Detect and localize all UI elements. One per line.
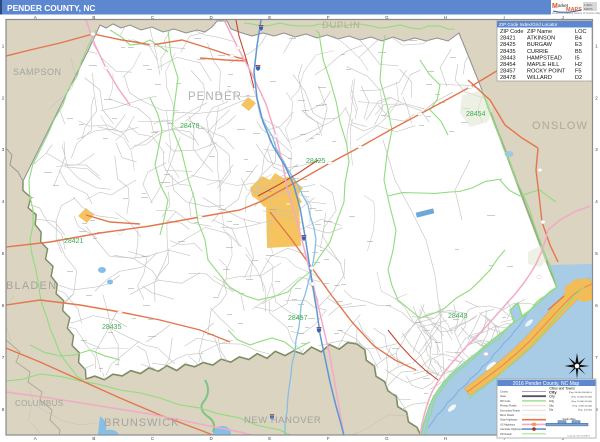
- svg-text:28435: 28435: [500, 49, 516, 55]
- svg-text:G: G: [385, 15, 389, 20]
- svg-text:SAMPSON: SAMPSON: [13, 67, 62, 77]
- svg-text:28457: 28457: [500, 69, 516, 75]
- svg-text:28443: 28443: [500, 55, 516, 61]
- svg-text:E: E: [268, 436, 271, 441]
- svg-text:ONSLOW: ONSLOW: [532, 120, 588, 132]
- svg-text:Minor Roads: Minor Roads: [500, 414, 515, 417]
- svg-text:H: H: [444, 15, 447, 20]
- svg-text:US Highways: US Highways: [500, 423, 516, 426]
- svg-text:F: F: [327, 436, 330, 441]
- svg-text:28457: 28457: [288, 315, 308, 322]
- svg-text:F5: F5: [575, 69, 582, 75]
- svg-text:H2: H2: [575, 62, 582, 68]
- svg-text:Secondary Roads: Secondary Roads: [500, 409, 521, 412]
- svg-text:City: City: [549, 399, 555, 403]
- svg-text:28443: 28443: [448, 313, 468, 320]
- svg-text:E3: E3: [575, 42, 582, 48]
- svg-text:Copyright MarketMAPS: Copyright MarketMAPS: [567, 435, 590, 438]
- svg-text:B4: B4: [575, 36, 582, 42]
- svg-text:PENDER COUNTY, NC: PENDER COUNTY, NC: [7, 3, 95, 13]
- svg-text:A: A: [34, 436, 37, 441]
- svg-text:ZIP Code: ZIP Code: [500, 400, 511, 403]
- svg-text:ZIP Code Index/Grid Locator: ZIP Code Index/Grid Locator: [499, 22, 558, 27]
- svg-text:28454: 28454: [466, 111, 486, 118]
- svg-text:B: B: [92, 15, 95, 20]
- svg-text:PENDER: PENDER: [188, 91, 242, 103]
- svg-text:28454: 28454: [500, 62, 516, 68]
- svg-text:F: F: [327, 15, 330, 20]
- svg-text:HAMPSTEAD: HAMPSTEAD: [527, 55, 562, 61]
- svg-text:28421: 28421: [500, 36, 516, 42]
- svg-text:ATKINSON: ATKINSON: [527, 36, 555, 42]
- svg-text:28478: 28478: [500, 75, 516, 81]
- svg-text:Primary Roads: Primary Roads: [500, 405, 517, 408]
- svg-text:B5: B5: [575, 49, 582, 55]
- svg-text:(Pop. 25,000-50,000): (Pop. 25,000-50,000): [571, 397, 592, 399]
- svg-text:COLUMBUS: COLUMBUS: [15, 399, 64, 408]
- svg-text:ZIP Name: ZIP Name: [527, 29, 552, 35]
- svg-text:WILLARD: WILLARD: [527, 75, 552, 81]
- svg-text:Interstate Highways: Interstate Highways: [500, 428, 523, 431]
- svg-text:28478: 28478: [180, 123, 200, 130]
- svg-text:BRUNSWICK: BRUNSWICK: [104, 417, 179, 429]
- svg-text:BLADEN: BLADEN: [6, 280, 57, 292]
- svg-text:DUPLIN: DUPLIN: [322, 20, 360, 31]
- svg-text:CURRIE: CURRIE: [527, 49, 549, 55]
- svg-text:A: A: [34, 15, 37, 20]
- svg-text:28421: 28421: [64, 238, 84, 245]
- svg-text:H: H: [444, 436, 447, 441]
- svg-text:City: City: [549, 389, 557, 394]
- svg-text:ZIP Code: ZIP Code: [500, 29, 524, 35]
- svg-text:(Pop. 10,000-25,000): (Pop. 10,000-25,000): [571, 401, 592, 403]
- svg-text:I: I: [503, 15, 504, 20]
- svg-text:County: County: [500, 391, 509, 394]
- svg-text:LOC: LOC: [575, 29, 587, 35]
- svg-text:City: City: [549, 403, 554, 407]
- svg-text:Toll Roads: Toll Roads: [500, 433, 512, 436]
- svg-text:MAPLE HILL: MAPLE HILL: [527, 62, 559, 68]
- svg-text:D2: D2: [575, 75, 582, 81]
- svg-text:Scale Miles: Scale Miles: [562, 417, 576, 421]
- svg-text:(Pop. 50,000-500,000+): (Pop. 50,000-500,000+): [569, 392, 592, 394]
- svg-text:J: J: [562, 15, 564, 20]
- svg-text:28425: 28425: [306, 158, 326, 165]
- svg-text:E: E: [268, 15, 271, 20]
- svg-text:B: B: [92, 436, 95, 441]
- svg-text:ROCKY POINT: ROCKY POINT: [527, 69, 566, 75]
- svg-text:America's Leading Source of Cu: America's Leading Source of Custom Maps: [552, 11, 600, 15]
- svg-text:State: State: [500, 395, 506, 398]
- svg-text:28425: 28425: [500, 42, 516, 48]
- svg-text:NEW HANOVER: NEW HANOVER: [244, 415, 321, 426]
- svg-text:28435: 28435: [102, 324, 122, 331]
- svg-text:(Pop. 5,000-10,000): (Pop. 5,000-10,000): [573, 405, 593, 407]
- svg-text:(Pop. 0-5,000): (Pop. 0-5,000): [578, 410, 592, 412]
- svg-text:G: G: [385, 436, 389, 441]
- svg-text:City: City: [549, 395, 555, 399]
- svg-text:BURGAW: BURGAW: [527, 42, 553, 48]
- svg-text:I5: I5: [575, 55, 580, 61]
- svg-text:MAPS: MAPS: [584, 7, 593, 11]
- svg-text:State Highways: State Highways: [500, 419, 518, 422]
